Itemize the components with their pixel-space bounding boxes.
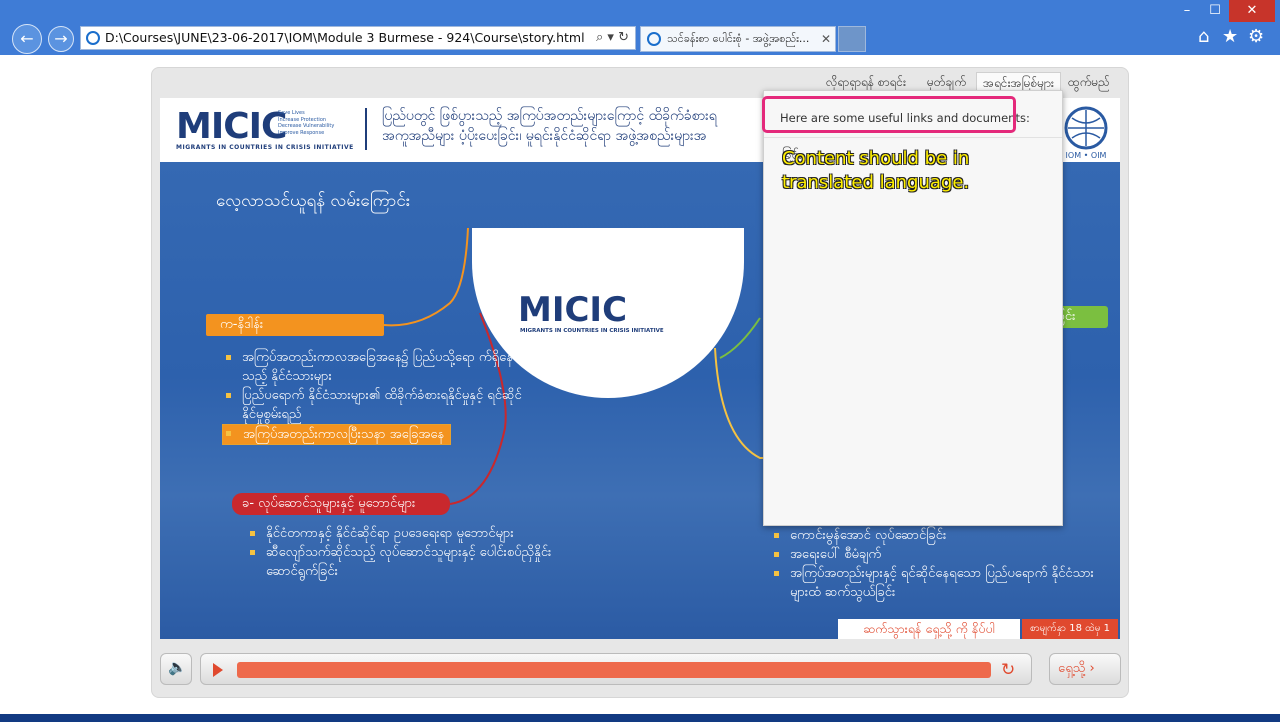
refresh-icon[interactable]: ↻ xyxy=(618,30,629,45)
next-button-label: ရှေ့သို့ › xyxy=(1058,661,1095,676)
tools-icon[interactable]: ⚙ xyxy=(1248,26,1264,47)
forward-arrow-icon: → xyxy=(54,29,68,48)
address-tools[interactable]: ⌕ ▾ ↻ xyxy=(596,27,629,49)
list-item: အကြပ်အတည်းကာလအခြေအနေ၌ ပြည်ပသို့ရော က်ရှိ… xyxy=(222,348,522,386)
home-icon[interactable]: ⌂ xyxy=(1198,26,1209,47)
annotation-note: Content should be in translated language… xyxy=(782,148,970,193)
list-item: ဆီလျော်သက်ဆိုင်သည့် လုပ်ဆောင်သူများနှင့်… xyxy=(246,543,586,581)
tab-search[interactable]: လိုရာရှာရန် စာရင်း xyxy=(820,72,912,92)
tab-exit[interactable]: ထွက်မည် xyxy=(1062,72,1116,92)
back-arrow-icon: ← xyxy=(20,29,34,48)
tab-title: သင်ခန်းစာ ပေါင်းစုံ - အဖွဲ့အစည်း... xyxy=(667,32,810,45)
tab-close-icon[interactable]: ✕ xyxy=(821,27,831,51)
progress-bar[interactable] xyxy=(237,662,991,678)
section-b-bullets: နိုင်ငံတကာနှင့် နိုင်ငံဆိုင်ရာ ဥပဒေရေးရာ… xyxy=(246,524,586,581)
continue-hint: ဆက်သွားရန် ရှေ့သို့ ကို နိပ်ပါ xyxy=(838,619,1020,639)
page-counter: စာမျက်နှာ 18 ထဲမှ 1 xyxy=(1022,619,1118,639)
back-button[interactable]: ← xyxy=(12,24,42,54)
section-a-bullets: အကြပ်အတည်းကာလအခြေအနေ၌ ပြည်ပသို့ရော က်ရှိ… xyxy=(222,348,522,445)
section-b-label: ခ- လုပ်ဆောင်သူများနှင့် မူဘောင်များ xyxy=(232,493,450,515)
section-a-label: က-နိဒါန်း xyxy=(206,314,384,336)
taskbar xyxy=(0,714,1280,722)
play-icon[interactable] xyxy=(213,663,223,677)
ie-page-icon xyxy=(86,31,100,45)
search-icon[interactable]: ⌕ ▾ xyxy=(596,30,614,45)
favorites-icon[interactable]: ★ xyxy=(1222,26,1238,47)
browser-tab[interactable]: သင်ခန်းစာ ပေါင်းစုံ - အဖွဲ့အစည်း... ✕ xyxy=(640,26,836,52)
new-tab-button[interactable] xyxy=(838,26,866,52)
list-item: ကောင်းမွန်အောင် လုပ်ဆောင်ခြင်း xyxy=(770,526,1100,545)
minimize-button[interactable]: – xyxy=(1173,0,1201,22)
tab-notes[interactable]: မှတ်ချက် xyxy=(921,72,972,92)
list-item: ပြည်ပရောက် နိုင်ငံသားများ၏ ထိခိုက်ခံစားရ… xyxy=(222,386,522,424)
list-item: နိုင်ငံတကာနှင့် နိုင်ငံဆိုင်ရာ ဥပဒေရေးရာ… xyxy=(246,524,586,543)
close-window-button[interactable]: ✕ xyxy=(1229,0,1275,22)
address-bar[interactable]: D:\Courses\JUNE\23-06-2017\IOM\Module 3 … xyxy=(80,26,636,50)
replay-icon[interactable]: ↻ xyxy=(1001,660,1015,680)
list-item: အရေးပေါ် စီမံချက် xyxy=(770,545,1100,564)
volume-icon: 🔈 xyxy=(168,658,187,676)
tab-favicon-icon xyxy=(647,32,661,46)
maximize-button[interactable]: ☐ xyxy=(1201,0,1229,22)
annotation-highlight xyxy=(762,96,1016,133)
forward-button[interactable]: → xyxy=(48,26,74,52)
section-c-bullets: ကောင်းမွန်အောင် လုပ်ဆောင်ခြင်း အရေးပေါ် … xyxy=(770,526,1100,602)
address-url: D:\Courses\JUNE\23-06-2017\IOM\Module 3 … xyxy=(105,30,585,45)
list-item: အကြပ်အတည်းများနှင့် ရင်ဆိုင်နေရသော ပြည်ပ… xyxy=(770,564,1100,602)
list-item: အကြပ်အတည်းကာလပြီးသနာ အခြေအနေ xyxy=(222,424,522,445)
